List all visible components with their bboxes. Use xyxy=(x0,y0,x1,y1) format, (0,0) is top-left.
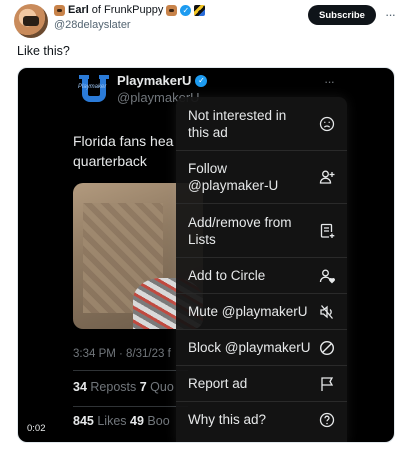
divider xyxy=(73,406,188,407)
ad-options-menu: Not interested in this ad Follow @playma… xyxy=(176,97,347,442)
attached-video[interactable]: Playmaker PlaymakerU ✓ @playmakerU ··· F… xyxy=(17,67,395,443)
list-add-icon xyxy=(319,223,335,239)
menu-item-report[interactable]: Report ad xyxy=(176,366,347,401)
person-heart-icon xyxy=(319,268,335,284)
author-name-suffix[interactable]: of FrunkPuppy xyxy=(92,4,164,16)
menu-item-label: Add/remove from Lists xyxy=(188,214,292,247)
menu-item-label: Follow @playmaker-U xyxy=(188,161,279,193)
embedded-name-text: PlaymakerU xyxy=(117,73,192,88)
menu-item-follow[interactable]: Follow @playmaker-U xyxy=(176,151,347,203)
more-options-icon[interactable]: ··· xyxy=(380,6,400,24)
likes-label: Likes xyxy=(97,414,127,428)
subscribe-button[interactable]: Subscribe xyxy=(308,5,376,25)
flag-icon xyxy=(319,376,335,392)
embedded-author-name: PlaymakerU ✓ xyxy=(117,73,208,88)
menu-item-lists[interactable]: Add/remove from Lists xyxy=(176,204,347,257)
divider xyxy=(73,370,188,371)
menu-item-circle[interactable]: Add to Circle xyxy=(176,258,347,293)
embedded-more-icon: ··· xyxy=(324,74,335,89)
menu-item-label: Why this ad? xyxy=(188,412,267,427)
bookmarks-count: 49 xyxy=(130,414,144,428)
logo-text: Playmaker xyxy=(78,84,107,90)
likes-count: 845 xyxy=(73,414,94,428)
author-name-row[interactable]: Earl of FrunkPuppy ✓ xyxy=(54,4,206,16)
question-icon xyxy=(319,412,335,428)
menu-item-not-interested[interactable]: Not interested in this ad xyxy=(176,97,347,150)
menu-item-label: Report ad xyxy=(188,376,248,391)
dog-emoji-icon xyxy=(54,4,65,16)
menu-item-label: Mute @playmakerU xyxy=(188,304,308,319)
menu-item-why-ad[interactable]: Why this ad? xyxy=(176,402,347,437)
author-name[interactable]: Earl xyxy=(68,4,89,16)
reposts-count: 34 xyxy=(73,380,87,394)
embedded-like-stats: 845 Likes 49 Boo xyxy=(73,414,183,428)
embedded-timestamp: 3:34 PM · 8/31/23 f xyxy=(73,348,171,360)
frown-face-icon xyxy=(319,116,335,132)
menu-item-label: Add to Circle xyxy=(188,268,266,283)
menu-item-block[interactable]: Block @playmakerU xyxy=(176,330,347,365)
person-add-icon xyxy=(319,169,335,185)
embedded-repost-stats: 34 Reposts 7 Quo xyxy=(73,380,183,394)
reposts-label: Reposts xyxy=(90,380,137,394)
verified-badge-icon: ✓ xyxy=(180,4,192,16)
quotes-label: Quo xyxy=(150,380,174,394)
menu-item-label: Not interested in this ad xyxy=(188,107,287,140)
quotes-count: 7 xyxy=(139,380,147,394)
playmaker-logo: Playmaker xyxy=(78,75,109,105)
author-handle[interactable]: @28delayslater xyxy=(54,19,131,31)
menu-item-mute[interactable]: Mute @playmakerU xyxy=(176,294,347,329)
block-icon xyxy=(319,340,335,356)
mute-speaker-icon xyxy=(319,304,335,320)
bookmarks-label: Boo xyxy=(147,414,170,428)
menu-item-label: Block @playmakerU xyxy=(188,340,311,355)
author-avatar[interactable] xyxy=(14,4,48,38)
video-duration: 0:02 xyxy=(27,423,46,434)
verified-badge-icon: ✓ xyxy=(195,74,208,87)
post-text: Like this? xyxy=(17,44,70,58)
dog-emoji-icon xyxy=(166,4,178,16)
flag-emoji-icon xyxy=(194,4,206,16)
